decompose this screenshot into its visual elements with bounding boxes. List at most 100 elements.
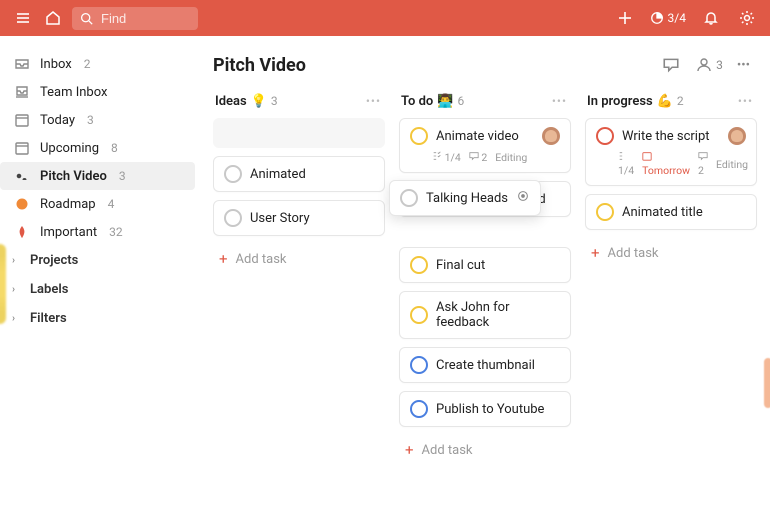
task-label: Editing <box>495 151 527 164</box>
task-title: Write the script <box>622 129 710 144</box>
sidebar-item-count: 3 <box>119 169 126 183</box>
sidebar-item-important[interactable]: Important 32 <box>0 218 195 246</box>
subtask-count: 1/4 <box>432 151 461 164</box>
sidebar-item-count: 32 <box>109 225 123 239</box>
dragging-task-card[interactable]: Talking Heads <box>389 180 541 216</box>
task-checkbox[interactable] <box>224 209 242 227</box>
upcoming-icon <box>14 140 30 156</box>
add-task-button[interactable]: + Add task <box>213 244 385 274</box>
plus-icon: + <box>591 244 600 262</box>
task-meta: 1/4 Tomorrow 2 Editing <box>596 151 746 177</box>
sidebar-item-label: Inbox <box>40 57 72 72</box>
search-field[interactable] <box>99 10 183 27</box>
important-icon <box>14 224 30 240</box>
task-card[interactable]: Publish to Youtube <box>399 391 571 427</box>
kanban-board: Ideas 💡 3 ••• Animated <box>213 86 770 509</box>
sidebar-item-team-inbox[interactable]: Team Inbox <box>0 78 195 106</box>
main-panel: Pitch Video 3 ••• Ideas <box>195 36 770 509</box>
sidebar-item-upcoming[interactable]: Upcoming 8 <box>0 134 195 162</box>
assignee-avatar[interactable] <box>542 127 560 145</box>
column-emoji: 💪 <box>657 94 673 109</box>
task-checkbox[interactable] <box>224 165 242 183</box>
comments-count: 2 <box>698 151 708 177</box>
sidebar-item-count: 4 <box>108 197 115 211</box>
sidebar-item-label: Upcoming <box>40 141 99 156</box>
task-title: Animated <box>250 167 306 182</box>
column-menu-icon[interactable]: ••• <box>364 92 383 110</box>
assignee-avatar[interactable] <box>728 127 746 145</box>
chevron-right-icon: › <box>12 313 15 324</box>
menu-icon[interactable] <box>12 7 34 29</box>
calendar-icon <box>14 112 30 128</box>
sidebar-item-pitch-video[interactable]: Pitch Video 3 <box>0 162 195 190</box>
sidebar-item-label: Roadmap <box>40 197 96 212</box>
trial-counter[interactable]: 3/4 <box>650 11 686 25</box>
home-icon[interactable] <box>42 7 64 29</box>
column-emoji: 💡 <box>251 94 267 109</box>
add-icon[interactable] <box>614 7 636 29</box>
sidebar-item-label: Team Inbox <box>40 85 107 100</box>
video-icon <box>14 168 30 184</box>
add-task-button[interactable]: + Add task <box>399 435 571 465</box>
task-title: Final cut <box>436 258 485 273</box>
column-title: To do <box>401 94 433 109</box>
sidebar-section-filters[interactable]: › Filters <box>0 304 195 333</box>
search-input[interactable] <box>72 7 198 30</box>
sidebar-item-roadmap[interactable]: Roadmap 4 <box>0 190 195 218</box>
task-card[interactable]: User Story <box>213 200 385 236</box>
plus-icon: + <box>405 441 414 459</box>
task-card[interactable]: Write the script 1/4 Tomorrow <box>585 118 757 186</box>
task-checkbox[interactable] <box>410 400 428 418</box>
sidebar-item-count: 8 <box>111 141 118 155</box>
sidebar-item-count: 3 <box>87 113 94 127</box>
sidebar-section-projects[interactable]: › Projects <box>0 246 195 275</box>
add-task-button[interactable]: + Add task <box>585 238 757 268</box>
sidebar-item-today[interactable]: Today 3 <box>0 106 195 134</box>
chevron-right-icon: › <box>12 284 15 295</box>
topbar: 3/4 <box>0 0 770 36</box>
roadmap-icon <box>14 196 30 212</box>
page-header: Pitch Video 3 ••• <box>213 36 770 86</box>
column-ideas: Ideas 💡 3 ••• Animated <box>213 86 385 493</box>
task-checkbox[interactable] <box>596 203 614 221</box>
task-checkbox[interactable] <box>410 356 428 374</box>
bell-icon[interactable] <box>700 7 722 29</box>
task-title: Animated title <box>622 205 703 220</box>
task-title: Create thumbnail <box>436 358 535 373</box>
sidebar-section-labels[interactable]: › Labels <box>0 275 195 304</box>
column-in-progress: In progress 💪 2 ••• Write the script <box>585 86 757 493</box>
column-todo: To do 👨‍💻 6 ••• Animate video <box>399 86 571 493</box>
more-icon[interactable]: ••• <box>737 58 750 73</box>
task-card[interactable]: Animate video 1/4 2 <box>399 118 571 173</box>
task-title: Publish to Youtube <box>436 402 544 417</box>
task-card[interactable]: Create thumbnail <box>399 347 571 383</box>
task-meta: 1/4 2 Editing <box>410 151 560 164</box>
page-title: Pitch Video <box>213 55 306 76</box>
members-button[interactable]: 3 <box>696 57 723 73</box>
plus-icon: + <box>219 250 228 268</box>
task-checkbox[interactable] <box>410 127 428 145</box>
column-count: 2 <box>677 94 684 108</box>
sidebar-item-count: 2 <box>84 57 91 71</box>
gear-icon[interactable] <box>736 7 758 29</box>
drag-cursor-icon <box>516 189 530 207</box>
comments-count: 2 <box>469 151 488 164</box>
comments-icon[interactable] <box>660 54 682 76</box>
decorative-edge-right <box>764 358 770 408</box>
column-menu-icon[interactable]: ••• <box>736 92 755 110</box>
task-checkbox[interactable] <box>400 189 418 207</box>
task-card[interactable]: Final cut <box>399 247 571 283</box>
column-title: Ideas <box>215 94 247 109</box>
column-menu-icon[interactable]: ••• <box>550 92 569 110</box>
task-checkbox[interactable] <box>410 256 428 274</box>
task-card[interactable]: Ask John for feedback <box>399 291 571 339</box>
task-checkbox[interactable] <box>410 306 428 324</box>
team-inbox-icon <box>14 84 30 100</box>
task-card[interactable]: Animated <box>213 156 385 192</box>
task-title: Animate video <box>436 129 519 144</box>
due-date: Tomorrow <box>642 151 690 177</box>
task-checkbox[interactable] <box>596 127 614 145</box>
sidebar-item-inbox[interactable]: Inbox 2 <box>0 50 195 78</box>
task-card[interactable]: Animated title <box>585 194 757 230</box>
sidebar-item-label: Pitch Video <box>40 169 107 184</box>
